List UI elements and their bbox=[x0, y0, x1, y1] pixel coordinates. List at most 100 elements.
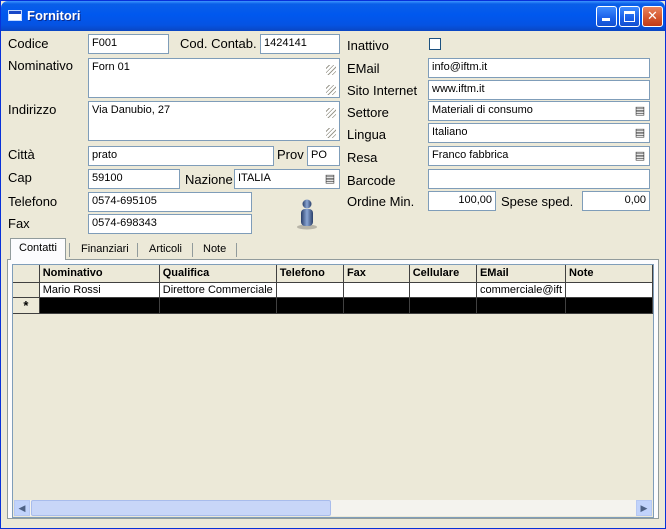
row-selector[interactable] bbox=[13, 282, 40, 298]
new-row[interactable]: * bbox=[13, 297, 653, 314]
telefono-field[interactable]: 0574-695105 bbox=[88, 192, 252, 212]
barcode-label: Barcode bbox=[347, 173, 396, 188]
scroll-grip-icon bbox=[326, 128, 336, 138]
tab-note[interactable]: Note bbox=[195, 240, 234, 260]
cell-cellulare[interactable] bbox=[409, 282, 477, 298]
scroll-right-icon[interactable]: ▶ bbox=[636, 500, 652, 516]
nazione-label: Nazione bbox=[185, 172, 233, 187]
inattivo-label: Inattivo bbox=[347, 38, 389, 53]
cap-field[interactable]: 59100 bbox=[88, 169, 180, 189]
fornitori-window: Fornitori ✕ Codice F001 Cod. Contab. 142… bbox=[0, 0, 666, 529]
maximize-button[interactable] bbox=[619, 6, 640, 27]
barcode-field[interactable] bbox=[428, 169, 650, 189]
person-icon[interactable] bbox=[295, 198, 319, 230]
spese-sped-field[interactable]: 0,00 bbox=[582, 191, 650, 211]
tab-articoli[interactable]: Articoli bbox=[141, 240, 190, 260]
sito-field[interactable]: www.iftm.it bbox=[428, 80, 650, 100]
nazione-dropdown[interactable]: ITALIA ▤ bbox=[234, 169, 340, 189]
window-title: Fornitori bbox=[27, 8, 81, 23]
lingua-label: Lingua bbox=[347, 127, 387, 142]
email-label: EMail bbox=[347, 61, 380, 76]
new-cell[interactable] bbox=[159, 297, 277, 314]
settore-label: Settore bbox=[347, 105, 389, 120]
scrollbar-thumb[interactable] bbox=[31, 500, 331, 516]
column-header-nominativo[interactable]: Nominativo bbox=[39, 265, 160, 283]
spese-sped-label: Spese sped. bbox=[501, 194, 574, 209]
indirizzo-value: Via Danubio, 27 bbox=[92, 104, 171, 116]
indirizzo-field[interactable]: Via Danubio, 27 bbox=[88, 101, 340, 141]
tab-finanziari[interactable]: Finanziari bbox=[73, 240, 137, 260]
column-header-qualifica[interactable]: Qualifica bbox=[159, 265, 277, 283]
cell-email[interactable]: commerciale@ift bbox=[476, 282, 567, 298]
column-header-cellulare[interactable]: Cellulare bbox=[409, 265, 477, 283]
maximize-icon bbox=[624, 11, 635, 22]
settore-value: Materiali di consumo bbox=[432, 104, 533, 116]
tab-contatti[interactable]: Contatti bbox=[10, 238, 66, 260]
list-dropdown-icon[interactable]: ▤ bbox=[633, 126, 647, 140]
resa-label: Resa bbox=[347, 150, 378, 165]
new-cell[interactable] bbox=[476, 297, 567, 314]
lingua-dropdown[interactable]: Italiano ▤ bbox=[428, 123, 650, 143]
cod-contab-label: Cod. Contab. bbox=[180, 36, 257, 51]
minimize-button[interactable] bbox=[596, 6, 617, 27]
cell-qualifica[interactable]: Direttore Commerciale bbox=[159, 282, 277, 298]
cell-nominativo[interactable]: Mario Rossi bbox=[39, 282, 160, 298]
resa-dropdown[interactable]: Franco fabbrica ▤ bbox=[428, 146, 650, 166]
new-row-marker[interactable]: * bbox=[13, 297, 40, 314]
column-header-note[interactable]: Note bbox=[565, 265, 653, 283]
telefono-label: Telefono bbox=[8, 194, 58, 209]
list-dropdown-icon[interactable]: ▤ bbox=[633, 104, 647, 118]
sito-label: Sito Internet bbox=[347, 83, 418, 98]
tab-separator bbox=[69, 243, 70, 257]
settore-dropdown[interactable]: Materiali di consumo ▤ bbox=[428, 101, 650, 121]
cap-label: Cap bbox=[8, 170, 32, 185]
horizontal-scrollbar[interactable]: ◀ ▶ bbox=[14, 500, 652, 516]
tab-separator bbox=[137, 243, 138, 257]
lingua-value: Italiano bbox=[432, 126, 468, 138]
cell-fax[interactable] bbox=[343, 282, 410, 298]
grid-header-row: Nominativo Qualifica Telefono Fax Cellul… bbox=[13, 265, 653, 283]
resa-value: Franco fabbrica bbox=[432, 149, 509, 161]
contatti-grid[interactable]: Nominativo Qualifica Telefono Fax Cellul… bbox=[12, 264, 654, 518]
cell-note[interactable] bbox=[565, 282, 653, 298]
new-cell[interactable] bbox=[565, 297, 653, 314]
new-cell[interactable] bbox=[343, 297, 410, 314]
nazione-value: ITALIA bbox=[238, 172, 271, 184]
nominativo-value: Forn 01 bbox=[92, 61, 130, 73]
new-cell[interactable] bbox=[409, 297, 477, 314]
tab-separator bbox=[192, 243, 193, 257]
citta-label: Città bbox=[8, 147, 35, 162]
nominativo-field[interactable]: Forn 01 bbox=[88, 58, 340, 98]
new-cell[interactable] bbox=[39, 297, 160, 314]
email-field[interactable]: info@iftm.it bbox=[428, 58, 650, 78]
window-icon bbox=[8, 10, 22, 21]
inattivo-checkbox[interactable] bbox=[429, 38, 441, 50]
scroll-left-icon[interactable]: ◀ bbox=[14, 500, 30, 516]
title-bar[interactable]: Fornitori ✕ bbox=[1, 1, 665, 31]
scroll-grip-icon bbox=[326, 108, 336, 118]
cod-contab-field[interactable]: 1424141 bbox=[260, 34, 340, 54]
column-header-fax[interactable]: Fax bbox=[343, 265, 410, 283]
scroll-grip-icon bbox=[326, 65, 336, 75]
ordine-min-field[interactable]: 100,00 bbox=[428, 191, 496, 211]
codice-field[interactable]: F001 bbox=[88, 34, 169, 54]
tab-separator bbox=[236, 243, 237, 257]
fax-field[interactable]: 0574-698343 bbox=[88, 214, 252, 234]
prov-field[interactable]: PO bbox=[307, 146, 340, 166]
column-header-telefono[interactable]: Telefono bbox=[276, 265, 344, 283]
new-cell[interactable] bbox=[276, 297, 344, 314]
minimize-icon bbox=[602, 18, 610, 21]
grid-corner bbox=[13, 265, 40, 283]
scroll-grip-icon bbox=[326, 85, 336, 95]
list-dropdown-icon[interactable]: ▤ bbox=[633, 149, 647, 163]
list-dropdown-icon[interactable]: ▤ bbox=[323, 172, 337, 186]
fax-label: Fax bbox=[8, 216, 30, 231]
codice-label: Codice bbox=[8, 36, 49, 51]
close-button[interactable]: ✕ bbox=[642, 6, 663, 27]
column-header-email[interactable]: EMail bbox=[476, 265, 567, 283]
indirizzo-label: Indirizzo bbox=[8, 102, 57, 117]
citta-field[interactable]: prato bbox=[88, 146, 274, 166]
table-row[interactable]: Mario Rossi Direttore Commerciale commer… bbox=[13, 282, 653, 298]
prov-label: Prov bbox=[277, 147, 304, 162]
cell-telefono[interactable] bbox=[276, 282, 344, 298]
